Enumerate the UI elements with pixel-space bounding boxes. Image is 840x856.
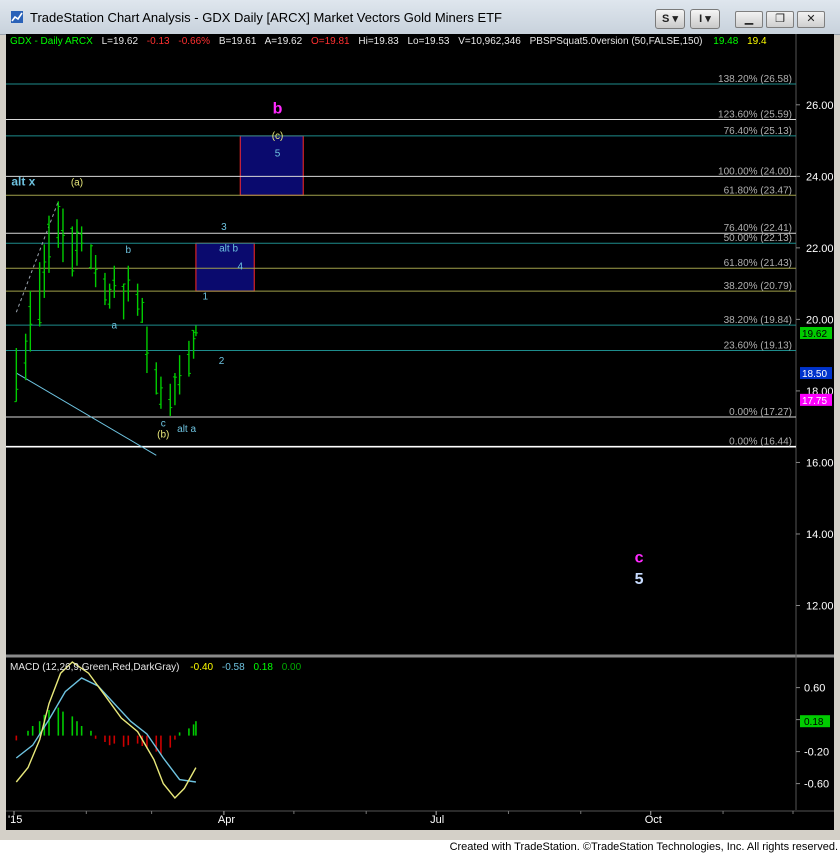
wave-label: 4 xyxy=(237,261,243,272)
pct-change-label: -0.66% xyxy=(178,36,210,47)
time-axis-label: Apr xyxy=(218,814,235,826)
price-axis-label: 26.00 xyxy=(806,100,834,112)
macd-value: -0.40 xyxy=(190,662,213,673)
price-axis-label: 20.00 xyxy=(806,314,834,326)
symbol-linking-button[interactable]: S ▾ xyxy=(655,9,685,29)
macd-pane[interactable] xyxy=(6,658,834,808)
macd-header: MACD (12,26,9,Green,Red,DarkGray) -0.40 … xyxy=(10,662,302,673)
price-pane[interactable] xyxy=(6,34,834,654)
macd-signal-value: -0.58 xyxy=(222,662,245,673)
high-label: Hi=19.83 xyxy=(358,36,399,47)
time-axis-label: Oct xyxy=(645,814,662,826)
minimize-button[interactable]: ▁ xyxy=(735,11,763,28)
price-header: GDX - Daily ARCX L=19.62 -0.13 -0.66% B=… xyxy=(10,36,767,47)
indicator-value-1: 19.48 xyxy=(713,36,738,47)
fib-label: 38.20% (20.79) xyxy=(724,281,792,292)
time-axis-label: '15 xyxy=(8,814,22,826)
tradestation-app-icon xyxy=(11,11,23,23)
last-price-tag-label: 19.62 xyxy=(802,329,827,340)
chevron-down-icon: ▾ xyxy=(672,13,678,25)
price-axis-label: 24.00 xyxy=(806,171,834,183)
price-axis-label: 14.00 xyxy=(806,529,834,541)
wave-label: (b) xyxy=(157,429,169,440)
last-price-tag-label: 18.50 xyxy=(802,369,827,380)
wave-label: alt x xyxy=(11,174,35,188)
ask-label: A=19.62 xyxy=(265,36,303,47)
wave-label: c xyxy=(161,419,166,430)
symbol-label: GDX - Daily ARCX xyxy=(10,36,93,47)
chart-area[interactable]: 138.20% (26.58) 123.60% (25.59) 76.40% (25… xyxy=(6,34,834,830)
fib-label: 123.60% (25.59) xyxy=(718,109,792,120)
chevron-down-icon: ▾ xyxy=(705,13,711,25)
fib-label: 50.00% (22.13) xyxy=(724,233,792,244)
wave-label: alt b xyxy=(219,243,238,254)
wave-label: 5 xyxy=(635,571,644,588)
close-button[interactable]: ✕ xyxy=(797,11,825,28)
bid-label: B=19.61 xyxy=(219,36,257,47)
fib-label: 61.80% (21.43) xyxy=(724,258,792,269)
wave-label: c xyxy=(635,550,644,567)
fib-label: 0.00% (16.44) xyxy=(729,437,792,448)
wave-label: (a) xyxy=(71,177,83,188)
wave-label: b xyxy=(126,245,132,256)
wave-label: alt a xyxy=(177,424,196,435)
wave-label: 3 xyxy=(221,222,227,233)
wave-label: 1 xyxy=(202,292,208,303)
restore-button[interactable]: ❐ xyxy=(766,11,794,28)
fib-label: 0.00% (17.27) xyxy=(729,407,792,418)
price-axis-label: 22.00 xyxy=(806,243,834,255)
indicator-linking-button[interactable]: I ▾ xyxy=(690,9,720,29)
indicator-label: PBSPSquat5.0version (50,FALSE,150) xyxy=(530,36,703,47)
fib-label: 100.00% (24.00) xyxy=(718,166,792,177)
restore-icon: ❐ xyxy=(775,13,785,25)
indicator-value-2: 19.4 xyxy=(747,36,767,47)
wave-label: 2 xyxy=(219,356,225,367)
macd-axis-label: 0.60 xyxy=(804,683,825,695)
low-label: Lo=19.53 xyxy=(407,36,449,47)
indicator-linking-label: I xyxy=(699,13,703,25)
wave-label: 5 xyxy=(275,149,281,160)
symbol-linking-label: S xyxy=(662,13,670,25)
minimize-icon: ▁ xyxy=(744,13,754,25)
open-label: O=19.81 xyxy=(311,36,350,47)
fib-label: 138.20% (26.58) xyxy=(718,74,792,85)
target-box xyxy=(239,135,304,196)
fib-label: 38.20% (19.84) xyxy=(724,315,792,326)
volume-label: V=10,962,346 xyxy=(458,36,521,47)
net-change-label: -0.13 xyxy=(147,36,170,47)
copyright-text: Created with TradeStation. ©TradeStation… xyxy=(449,841,838,853)
macd-name-label: MACD (12,26,9,Green,Red,DarkGray) xyxy=(10,662,180,673)
window-title: TradeStation Chart Analysis - GDX Daily … xyxy=(30,10,502,25)
price-axis-label: 12.00 xyxy=(806,601,834,613)
wave-label: (c) xyxy=(272,131,284,142)
last-price-label: L=19.62 xyxy=(102,36,139,47)
macd-axis-label: -0.20 xyxy=(804,747,829,759)
time-axis-label: Jul xyxy=(430,814,444,826)
fib-label: 76.40% (25.13) xyxy=(724,126,792,137)
fib-label: 23.60% (19.13) xyxy=(724,341,792,352)
close-icon: ✕ xyxy=(806,13,816,25)
window-titlebar: TradeStation Chart Analysis - GDX Daily … xyxy=(0,0,840,35)
macd-axis-label: -0.60 xyxy=(804,779,829,791)
footer-bar: Created with TradeStation. ©TradeStation… xyxy=(0,840,840,856)
price-axis-label: 16.00 xyxy=(806,457,834,469)
last-price-tag-label: 17.75 xyxy=(802,396,827,407)
macd-zero-value: 0.00 xyxy=(282,662,302,673)
chart-svg[interactable]: 138.20% (26.58) 123.60% (25.59) 76.40% (25… xyxy=(6,34,834,830)
wave-label: a xyxy=(112,320,118,331)
macd-hist-value: 0.18 xyxy=(253,662,273,673)
macd-last-value-label: 0.18 xyxy=(804,717,824,728)
wave-label: b xyxy=(273,101,283,118)
fib-label: 61.80% (23.47) xyxy=(724,185,792,196)
